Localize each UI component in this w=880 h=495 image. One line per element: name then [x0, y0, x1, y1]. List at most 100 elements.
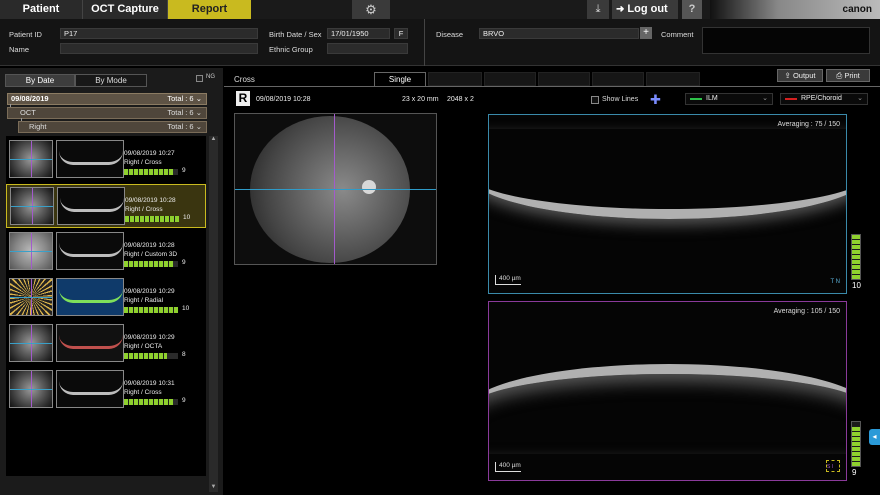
ng-checkbox[interactable]: [196, 75, 203, 82]
scan-list-item[interactable]: 09/08/2019 10:29 Right / OCTA 8: [6, 322, 206, 366]
tab-cross[interactable]: Cross: [234, 75, 255, 84]
orientation-indicator: S I: [826, 460, 840, 472]
retina-layer: [59, 151, 123, 165]
scan-list-scrollbar[interactable]: ▲ ▼: [209, 136, 218, 492]
download-icon: ⤓: [595, 3, 601, 15]
tree-date-total: Total : 6 ⌄: [167, 94, 202, 103]
tab-patient[interactable]: Patient: [0, 0, 83, 19]
logout-button[interactable]: ➜ Log out: [612, 0, 678, 19]
quality-value: 8: [182, 351, 186, 358]
disease-field[interactable]: BRVO: [479, 28, 639, 39]
quality-value: 10: [183, 214, 191, 221]
tree-date-node[interactable]: 09/08/2019 Total : 6 ⌄: [7, 93, 207, 105]
scan-line-horizontal: [10, 389, 52, 390]
scan-list-item[interactable]: 09/08/2019 10:27 Right / Cross 9: [6, 138, 206, 182]
tab-oct-capture[interactable]: OCT Capture: [83, 0, 168, 19]
scan-description: Right / OCTA: [124, 343, 163, 350]
scan-list: 09/08/2019 10:27 Right / Cross 9 09/08/2019…: [6, 136, 206, 476]
name-field[interactable]: [60, 43, 258, 54]
oct-bscan-horizontal[interactable]: Averaging : 75 / 150 400 µm T N: [488, 114, 847, 294]
quality-bar: [124, 261, 178, 267]
scan-resolution: 2048 x 2: [447, 96, 474, 103]
retina-layer: [489, 129, 846, 219]
tree-mode-total: Total : 6 ⌄: [167, 108, 202, 117]
oct-thumbnail: [56, 324, 124, 362]
fundus-image[interactable]: [234, 113, 437, 265]
tab-disabled: [484, 72, 536, 86]
tab-single[interactable]: Single: [374, 72, 426, 86]
help-button[interactable]: ?: [682, 0, 702, 19]
quality-bar: [124, 307, 178, 313]
optic-disc: [362, 180, 376, 194]
retina-layer: [59, 243, 123, 257]
quality-bar: [124, 399, 178, 405]
tree-eye-node[interactable]: Right Total : 6 ⌄: [18, 121, 207, 133]
quality-bar: [124, 169, 178, 175]
retina-layer: [59, 381, 123, 395]
layer1-label: ILM: [706, 95, 718, 102]
comment-label: Comment: [661, 30, 694, 39]
quality-value: 9: [182, 259, 186, 266]
layer2-dropdown[interactable]: RPE/Choroid ⌄: [780, 93, 868, 105]
orientation-indicator: T N: [830, 279, 840, 285]
scan-list-panel: By Date By Mode NG 09/08/2019 Total : 6 …: [0, 68, 223, 495]
oct-thumbnail: [56, 232, 124, 270]
layer1-dropdown[interactable]: ILM ⌄: [685, 93, 773, 105]
scan-line-horizontal: [10, 343, 52, 344]
quality-gauge-2: [851, 421, 861, 467]
quality-gauge-fill: [852, 426, 860, 466]
chevron-down-icon: ⌄: [195, 122, 202, 131]
scan-datetime: 09/08/2019 10:28: [125, 197, 176, 204]
logout-icon: ➜: [616, 4, 625, 15]
patient-info-bar: Patient ID P17 Name Birth Date / Sex 17/…: [0, 19, 880, 66]
scroll-down-icon[interactable]: ▼: [209, 484, 218, 492]
scan-description: Right / Cross: [124, 159, 162, 166]
ethnic-group-field[interactable]: [327, 43, 408, 54]
gear-icon: ⚙: [365, 2, 377, 17]
oct-bscan-vertical[interactable]: Averaging : 105 / 150 400 µm S I: [488, 301, 847, 481]
sex-field[interactable]: F: [394, 28, 408, 39]
scan-datetime: 09/08/2019 10:31: [124, 380, 175, 387]
output-icon: ⇪: [784, 71, 791, 80]
quality-gauge-1: [851, 234, 861, 280]
scan-list-item[interactable]: 09/08/2019 10:28 Right / Custom 3D 9: [6, 230, 206, 274]
fundus-thumbnail: [9, 370, 53, 408]
comment-field[interactable]: [702, 27, 870, 54]
tab-disabled: [646, 72, 700, 86]
add-disease-button[interactable]: +: [640, 27, 652, 39]
quality-value: 10: [182, 305, 190, 312]
scroll-up-icon[interactable]: ▲: [209, 136, 218, 144]
scan-datetime: 09/08/2019 10:29: [124, 288, 175, 295]
help-icon: ?: [688, 3, 696, 15]
scan-line-horizontal[interactable]: [235, 189, 436, 190]
scan-description: Right / Radial: [124, 297, 164, 304]
settings-button[interactable]: ⚙: [352, 0, 390, 19]
scan-datetime: 09/08/2019 10:28: [124, 242, 175, 249]
quality-bar-fill: [124, 353, 168, 359]
tree-mode-node[interactable]: OCT Total : 6 ⌄: [7, 107, 207, 119]
tree-eye-total: Total : 6 ⌄: [167, 122, 202, 131]
scan-line-horizontal: [11, 206, 53, 207]
scan-list-item[interactable]: 09/08/2019 10:28 Right / Cross 10: [6, 184, 206, 228]
side-panel-toggle[interactable]: ◂: [869, 429, 880, 445]
scan-description: Right / Cross: [125, 206, 163, 213]
tab-by-mode[interactable]: By Mode: [75, 74, 147, 87]
chevron-down-icon: ⌄: [195, 94, 202, 103]
crosshair-plus-icon[interactable]: ✚: [650, 92, 661, 108]
tab-by-date[interactable]: By Date: [5, 74, 75, 87]
eye-badge: R: [236, 91, 250, 106]
oct-thumbnail: [56, 370, 124, 408]
show-lines-checkbox[interactable]: [591, 96, 599, 104]
scan-list-item[interactable]: 09/08/2019 10:31 Right / Cross 9: [6, 368, 206, 412]
scan-list-item[interactable]: 09/08/2019 10:29 Right / Radial 10: [6, 276, 206, 320]
birth-date-field[interactable]: 17/01/1950: [327, 28, 390, 39]
output-button[interactable]: ⇪ Output: [777, 69, 823, 82]
patient-id-field[interactable]: P17: [60, 28, 258, 39]
tab-disabled: [592, 72, 644, 86]
fundus-thumbnail: [10, 187, 54, 225]
quality-bar-fill: [124, 307, 178, 313]
scan-line-horizontal: [10, 297, 52, 298]
print-button[interactable]: ⎙ Print: [826, 69, 870, 82]
tab-report[interactable]: Report: [168, 0, 251, 19]
download-button[interactable]: ⤓: [587, 0, 609, 19]
